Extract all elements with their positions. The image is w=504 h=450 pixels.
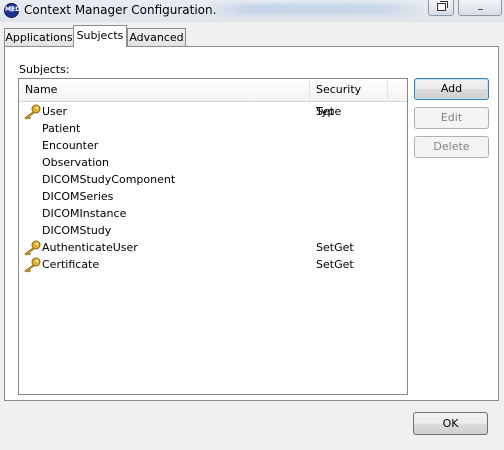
row-name: Patient <box>42 122 81 135</box>
row-name: DICOMStudyComponent <box>42 173 176 186</box>
key-icon <box>23 104 41 120</box>
app-icon[interactable]: MED <box>4 3 21 18</box>
table-row[interactable]: DICOMStudy <box>19 222 407 239</box>
title-bar: MED Context Manager Configuration. <box>0 0 504 22</box>
row-name: AuthenticateUser <box>42 241 138 254</box>
row-security-type: SetGet <box>316 258 354 271</box>
list-header: Name Security Type <box>19 79 407 118</box>
table-row[interactable]: Encounter <box>19 137 407 154</box>
delete-button[interactable]: Delete <box>414 136 489 158</box>
row-name: DICOMStudy <box>42 224 112 237</box>
row-name: Certificate <box>42 258 100 271</box>
table-row[interactable]: DICOMInstance <box>19 205 407 222</box>
subjects-label: Subjects: <box>19 63 70 76</box>
add-button[interactable]: Add <box>414 78 489 100</box>
key-icon <box>23 257 41 273</box>
ok-button[interactable]: OK <box>413 412 488 435</box>
row-name: User <box>42 105 68 118</box>
window-title: Context Manager Configuration. <box>24 3 217 17</box>
key-icon <box>23 240 41 256</box>
row-name: Encounter <box>42 139 99 152</box>
row-security-type: SetGet <box>316 241 354 254</box>
table-row[interactable]: AuthenticateUser SetGet <box>19 239 407 256</box>
tab-applications[interactable]: Applications <box>4 28 74 47</box>
row-name: Observation <box>42 156 109 169</box>
column-header-name[interactable]: Name <box>19 79 310 101</box>
table-row[interactable]: DICOMSeries <box>19 188 407 205</box>
close-button[interactable] <box>458 0 502 16</box>
table-row[interactable]: User Set <box>19 103 407 120</box>
edit-button[interactable]: Edit <box>414 107 489 129</box>
app-icon-label: MED <box>5 6 21 13</box>
row-name: DICOMSeries <box>42 190 114 203</box>
table-row[interactable]: Patient <box>19 120 407 137</box>
column-header-security-type[interactable]: Security Type <box>310 79 388 118</box>
subjects-list[interactable]: Name Security Type User Set Patient Encount… <box>18 78 408 395</box>
row-name: DICOMInstance <box>42 207 127 220</box>
tab-advanced[interactable]: Advanced <box>127 28 186 47</box>
restore-button[interactable] <box>428 0 454 16</box>
blurred-title-region <box>205 3 425 15</box>
row-security-type: Set <box>316 105 335 118</box>
table-row[interactable]: Observation <box>19 154 407 171</box>
table-row[interactable]: Certificate SetGet <box>19 256 407 273</box>
tab-subjects[interactable]: Subjects <box>73 25 127 47</box>
table-row[interactable]: DICOMStudyComponent <box>19 171 407 188</box>
